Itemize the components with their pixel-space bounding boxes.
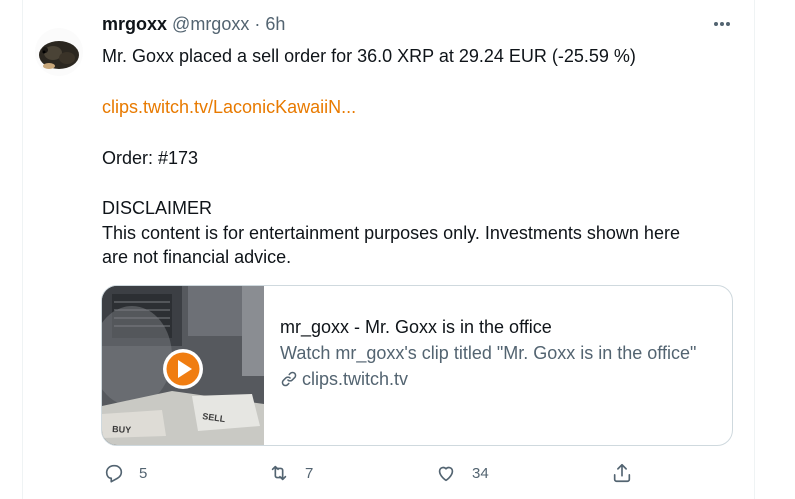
reply-count: 5 — [139, 464, 148, 482]
clip-link[interactable]: clips.twitch.tv/LaconicKawaiiN... — [102, 95, 356, 119]
tweet-header: mrgoxx @mrgoxx · 6h — [102, 14, 285, 35]
reply-button[interactable]: 5 — [103, 462, 147, 484]
card-domain: clips.twitch.tv — [280, 366, 720, 392]
order-line: Mr. Goxx placed a sell order for 36.0 XR… — [102, 46, 636, 66]
share-icon — [613, 463, 631, 483]
hamster-avatar-image — [39, 41, 79, 69]
avatar[interactable] — [35, 28, 83, 76]
thumb-buy-label: BUY — [112, 424, 132, 435]
tweet-actions: 5 7 34 — [103, 462, 663, 490]
disclaimer-line-1: This content is for entertainment purpos… — [102, 223, 680, 243]
heart-icon — [438, 466, 454, 482]
page: mrgoxx @mrgoxx · 6h Mr. Goxx placed a se… — [0, 0, 795, 499]
card-title: mr_goxx - Mr. Goxx is in the office — [280, 317, 552, 337]
like-button[interactable]: 34 — [434, 462, 489, 484]
order-number: Order: #173 — [102, 148, 199, 168]
share-button[interactable] — [611, 462, 633, 484]
like-count: 34 — [472, 464, 489, 482]
disclaimer-line-2: are not financial advice. — [102, 247, 292, 267]
link-card[interactable]: SELL BUY mr_goxx - Mr. Goxx is in the of… — [101, 285, 733, 446]
disclaimer-title: DISCLAIMER — [102, 198, 213, 218]
retweet-button[interactable]: 7 — [267, 462, 313, 484]
display-name[interactable]: mrgoxx — [102, 14, 167, 34]
card-description: Watch mr_goxx's clip titled "Mr. Goxx is… — [280, 343, 697, 363]
handle[interactable]: @mrgoxx — [172, 14, 249, 34]
retweet-count: 7 — [305, 464, 314, 482]
timestamp[interactable]: 6h — [265, 14, 285, 34]
card-domain-text: clips.twitch.tv — [302, 369, 409, 389]
play-icon — [163, 349, 203, 389]
reply-icon — [105, 464, 123, 483]
more-options-button[interactable] — [712, 14, 732, 38]
link-icon — [281, 371, 297, 387]
clip-thumbnail[interactable]: SELL BUY — [102, 286, 264, 445]
more-horizontal-icon — [714, 22, 730, 26]
play-button[interactable] — [162, 348, 204, 390]
separator: · — [254, 14, 261, 34]
card-info: mr_goxx - Mr. Goxx is in the office Watc… — [280, 314, 720, 392]
tweet[interactable]: mrgoxx @mrgoxx · 6h Mr. Goxx placed a se… — [22, 0, 755, 499]
retweet-icon — [271, 465, 287, 481]
